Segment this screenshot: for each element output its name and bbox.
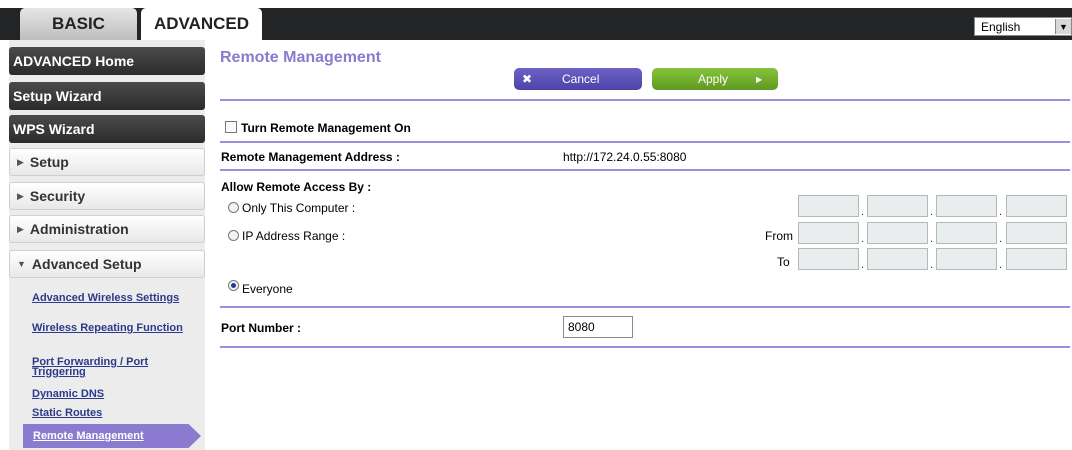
- ip-separator: .: [930, 233, 934, 245]
- sidebar-item-setup-wizard[interactable]: Setup Wizard: [9, 82, 205, 110]
- apply-button[interactable]: Apply ▶: [652, 68, 778, 90]
- divider: [220, 141, 1070, 143]
- only-computer-ip-octet-1[interactable]: [798, 195, 859, 217]
- triangle-right-icon: ▶: [756, 74, 763, 84]
- ip-address-range-label: IP Address Range :: [242, 229, 346, 243]
- apply-button-label: Apply: [698, 72, 729, 86]
- sidebar-section-setup[interactable]: ▶ Setup: [9, 148, 205, 176]
- sidebar-subitem-advanced-wireless-settings[interactable]: Advanced Wireless Settings: [32, 293, 197, 304]
- sidebar-section-label: Security: [29, 188, 86, 204]
- sidebar-section-administration[interactable]: ▶ Administration: [9, 215, 205, 243]
- triangle-down-icon: ▼: [17, 259, 26, 269]
- only-computer-ip-octet-4[interactable]: [1006, 195, 1067, 217]
- sidebar-section-label: Setup: [29, 154, 69, 170]
- everyone-radio[interactable]: [228, 280, 239, 291]
- range-to-octet-4[interactable]: [1006, 248, 1067, 270]
- sidebar-item-advanced-home[interactable]: ADVANCED Home: [9, 47, 205, 75]
- triangle-right-icon: ▶: [17, 223, 24, 234]
- range-from-octet-3[interactable]: [936, 222, 997, 244]
- top-bar: BASIC ADVANCED English ▼: [0, 0, 1072, 40]
- tab-advanced[interactable]: ADVANCED: [141, 8, 262, 40]
- range-to-octet-1[interactable]: [798, 248, 859, 270]
- tab-basic[interactable]: BASIC: [20, 8, 137, 40]
- cancel-button-label: Cancel: [562, 72, 600, 86]
- divider: [220, 99, 1070, 101]
- sidebar-subitem-dynamic-dns[interactable]: Dynamic DNS: [32, 389, 197, 400]
- ip-address-range-radio[interactable]: [228, 230, 239, 241]
- sidebar-subitem-remote-management[interactable]: Remote Management: [23, 424, 201, 448]
- ip-separator: .: [999, 233, 1003, 245]
- triangle-right-icon: ▶: [17, 156, 24, 167]
- sidebar-section-advanced-setup[interactable]: ▼ Advanced Setup: [9, 250, 205, 278]
- sidebar-item-wps-wizard[interactable]: WPS Wizard: [9, 115, 205, 143]
- chevron-down-icon[interactable]: ▼: [1055, 19, 1071, 34]
- divider: [220, 169, 1070, 171]
- range-to-octet-2[interactable]: [867, 248, 928, 270]
- language-select-value: English: [981, 19, 1021, 34]
- sidebar-subitem-label: Remote Management: [33, 430, 144, 442]
- port-number-label: Port Number :: [221, 321, 302, 335]
- ip-separator: .: [861, 233, 865, 245]
- port-number-input[interactable]: 8080: [563, 316, 633, 338]
- only-this-computer-label: Only This Computer :: [242, 201, 356, 215]
- sidebar-section-label: Administration: [29, 221, 129, 237]
- range-from-octet-1[interactable]: [798, 222, 859, 244]
- turn-remote-management-label: Turn Remote Management On: [241, 121, 411, 135]
- from-label: From: [765, 229, 793, 243]
- sidebar-section-label: Advanced Setup: [31, 256, 142, 272]
- remote-management-address-label: Remote Management Address :: [221, 150, 400, 164]
- ip-separator: .: [861, 259, 865, 271]
- page-title: Remote Management: [220, 49, 381, 66]
- ip-separator: .: [930, 206, 934, 218]
- ip-separator: .: [930, 259, 934, 271]
- close-icon: ✖: [522, 72, 533, 86]
- range-to-octet-3[interactable]: [936, 248, 997, 270]
- main-content: Remote Management ✖ Cancel Apply ▶ Turn …: [220, 40, 1072, 450]
- allow-remote-access-label: Allow Remote Access By :: [221, 180, 372, 194]
- sidebar-subitem-wireless-repeating-function[interactable]: Wireless Repeating Function: [32, 323, 197, 334]
- ip-separator: .: [999, 259, 1003, 271]
- language-select[interactable]: English ▼: [974, 17, 1072, 36]
- turn-remote-management-checkbox[interactable]: [225, 121, 237, 133]
- range-from-octet-2[interactable]: [867, 222, 928, 244]
- sidebar: ADVANCED Home Setup Wizard WPS Wizard ▶ …: [9, 40, 205, 450]
- divider: [220, 306, 1070, 308]
- range-from-octet-4[interactable]: [1006, 222, 1067, 244]
- only-computer-ip-octet-3[interactable]: [936, 195, 997, 217]
- remote-management-address-value: http://172.24.0.55:8080: [563, 150, 687, 164]
- only-this-computer-radio[interactable]: [228, 202, 239, 213]
- ip-separator: .: [999, 206, 1003, 218]
- ip-separator: .: [861, 206, 865, 218]
- only-computer-ip-octet-2[interactable]: [867, 195, 928, 217]
- divider: [220, 346, 1070, 348]
- to-label: To: [777, 255, 790, 269]
- triangle-right-icon: ▶: [17, 190, 24, 201]
- sidebar-subitem-port-forwarding[interactable]: Port Forwarding / Port Triggering: [32, 357, 197, 378]
- cancel-button[interactable]: ✖ Cancel: [514, 68, 642, 90]
- sidebar-section-security[interactable]: ▶ Security: [9, 182, 205, 210]
- sidebar-subitem-static-routes[interactable]: Static Routes: [32, 408, 197, 419]
- everyone-label: Everyone: [242, 282, 293, 296]
